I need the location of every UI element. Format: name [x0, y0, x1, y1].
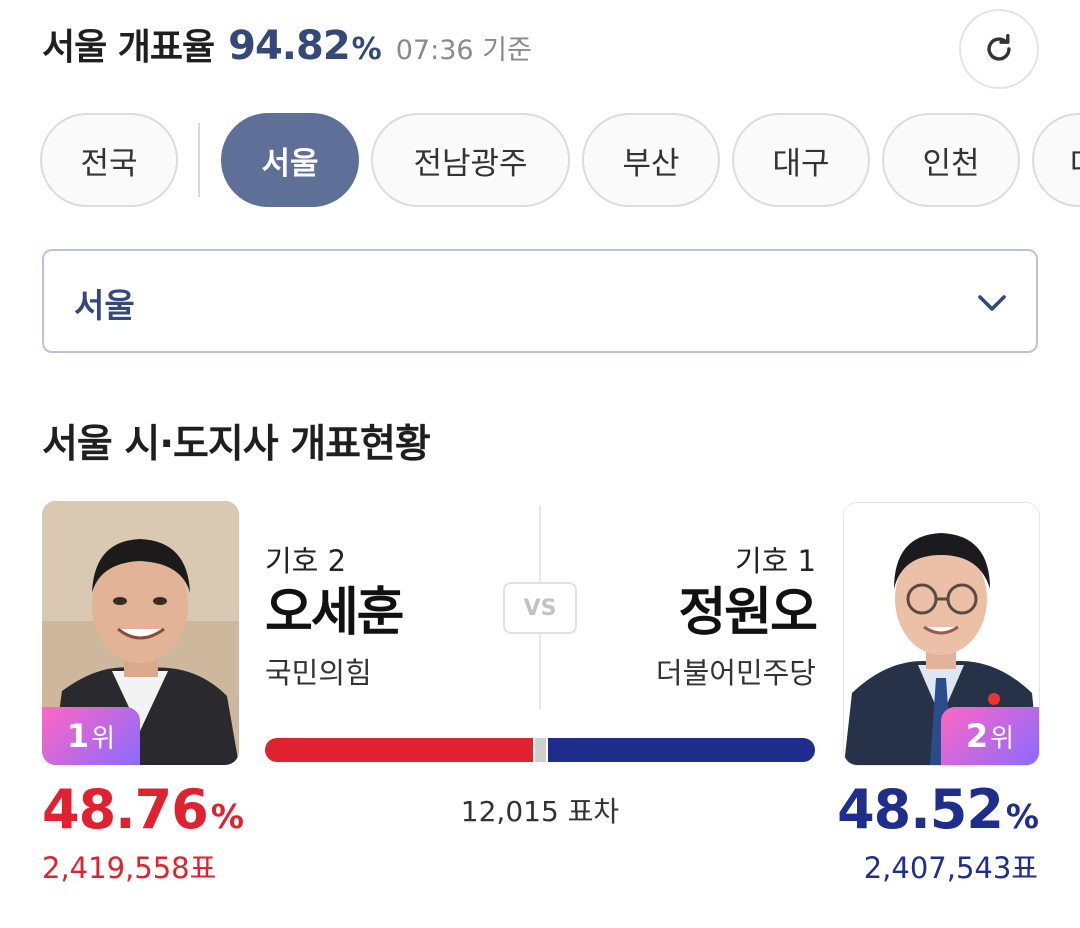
region-select[interactable]: 서울	[42, 249, 1038, 353]
vote-share-left-unit: %	[210, 797, 244, 836]
candidate-photo-right[interactable]: 2위	[843, 502, 1040, 766]
page-title: 서울 개표율	[42, 27, 215, 68]
count-rate-value: 94.82	[228, 23, 351, 69]
rank-number-left: 1	[66, 717, 90, 755]
refresh-button[interactable]	[959, 9, 1039, 89]
count-rate-unit: %	[351, 32, 382, 67]
rank-badge-left: 1위	[42, 707, 140, 765]
header: 서울 개표율 94.82 % 07:36 기준	[42, 18, 532, 74]
vote-count-right: 2,407,543표	[863, 851, 1038, 885]
vote-bar-remainder	[535, 738, 546, 762]
vote-share-left: 48.76%	[42, 778, 244, 841]
vote-share-right: 48.52%	[837, 778, 1039, 841]
candidate-number-left: 기호 2	[265, 544, 347, 578]
candidate-photo-left[interactable]: 1위	[42, 501, 239, 765]
update-time: 07:36 기준	[395, 35, 532, 66]
tab-jeonnam-gwangju[interactable]: 전남광주	[371, 113, 570, 207]
tab-national[interactable]: 전국	[40, 113, 178, 207]
rank-suffix-left: 위	[91, 723, 116, 754]
section-title: 서울 시·도지사 개표현황	[42, 422, 431, 467]
candidate-party-right: 더불어민주당	[655, 656, 816, 690]
vote-difference: 12,015 표차	[460, 795, 620, 828]
candidate-name-right[interactable]: 정원오	[656, 582, 818, 644]
refresh-icon	[987, 33, 1011, 61]
tab-incheon[interactable]: 인천	[882, 113, 1020, 207]
vote-share-left-value: 48.76	[42, 778, 209, 841]
tab-daegu[interactable]: 대구	[732, 113, 870, 207]
vote-bar-left	[265, 738, 533, 762]
tab-next-region[interactable]: 대	[1032, 113, 1080, 207]
candidate-party-left: 국민의힘	[265, 656, 372, 690]
tab-divider	[198, 123, 200, 197]
rank-badge-right: 2위	[941, 707, 1039, 765]
candidate-info-right: 기호 1 정원오 더불어민주당	[655, 538, 818, 692]
vote-count-left: 2,419,558표	[42, 851, 217, 885]
candidate-number-right: 기호 1	[734, 544, 816, 578]
candidate-name-left[interactable]: 오세훈	[265, 582, 405, 644]
region-tabs: 전국 서울 전남광주 부산 대구 인천 대	[40, 113, 1080, 207]
candidate-info-left: 기호 2 오세훈 국민의힘	[265, 538, 405, 692]
tab-busan[interactable]: 부산	[582, 113, 720, 207]
vote-share-right-unit: %	[1005, 797, 1039, 836]
vote-bar-right	[548, 738, 815, 762]
rank-suffix-right: 위	[990, 723, 1015, 754]
vote-share-right-value: 48.52	[837, 778, 1004, 841]
rank-number-right: 2	[965, 717, 989, 755]
chevron-down-icon	[978, 295, 1006, 311]
vs-badge: VS	[503, 582, 577, 634]
region-select-value: 서울	[74, 286, 135, 325]
tab-seoul[interactable]: 서울	[221, 113, 359, 207]
